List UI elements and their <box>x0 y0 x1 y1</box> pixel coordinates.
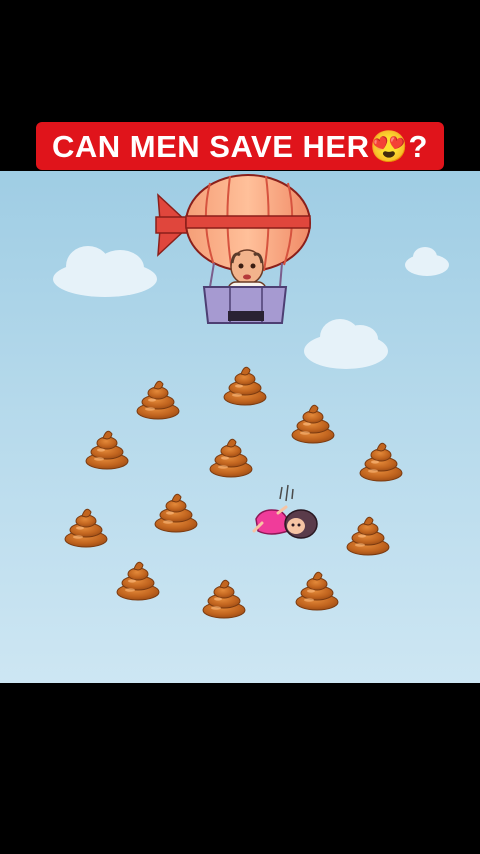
cloud-right-top <box>405 247 449 276</box>
poop-icon[interactable] <box>295 571 339 611</box>
poop-icon[interactable] <box>346 516 390 556</box>
poop-icon[interactable] <box>64 508 108 548</box>
video-frame: CAN MEN SAVE HER😍? <box>0 0 480 854</box>
poop-icon[interactable] <box>223 366 267 406</box>
poop-icon[interactable] <box>136 380 180 420</box>
cloud-right-middle <box>304 319 388 369</box>
cloud-left <box>53 246 157 297</box>
poop-icon[interactable] <box>291 404 335 444</box>
title-text: CAN MEN SAVE HER😍? <box>52 128 428 164</box>
poop-obstacles <box>64 366 403 619</box>
poop-icon[interactable] <box>209 438 253 478</box>
hot-air-balloon-icon[interactable] <box>155 174 311 324</box>
poop-icon[interactable] <box>202 579 246 619</box>
scene-canvas <box>53 174 449 619</box>
title-banner: CAN MEN SAVE HER😍? <box>36 122 444 170</box>
poop-icon[interactable] <box>359 442 403 482</box>
game-scene[interactable] <box>0 171 480 683</box>
falling-girl-icon[interactable] <box>252 484 318 539</box>
poop-icon[interactable] <box>154 493 198 533</box>
poop-icon[interactable] <box>116 561 160 601</box>
poop-icon[interactable] <box>85 430 129 470</box>
